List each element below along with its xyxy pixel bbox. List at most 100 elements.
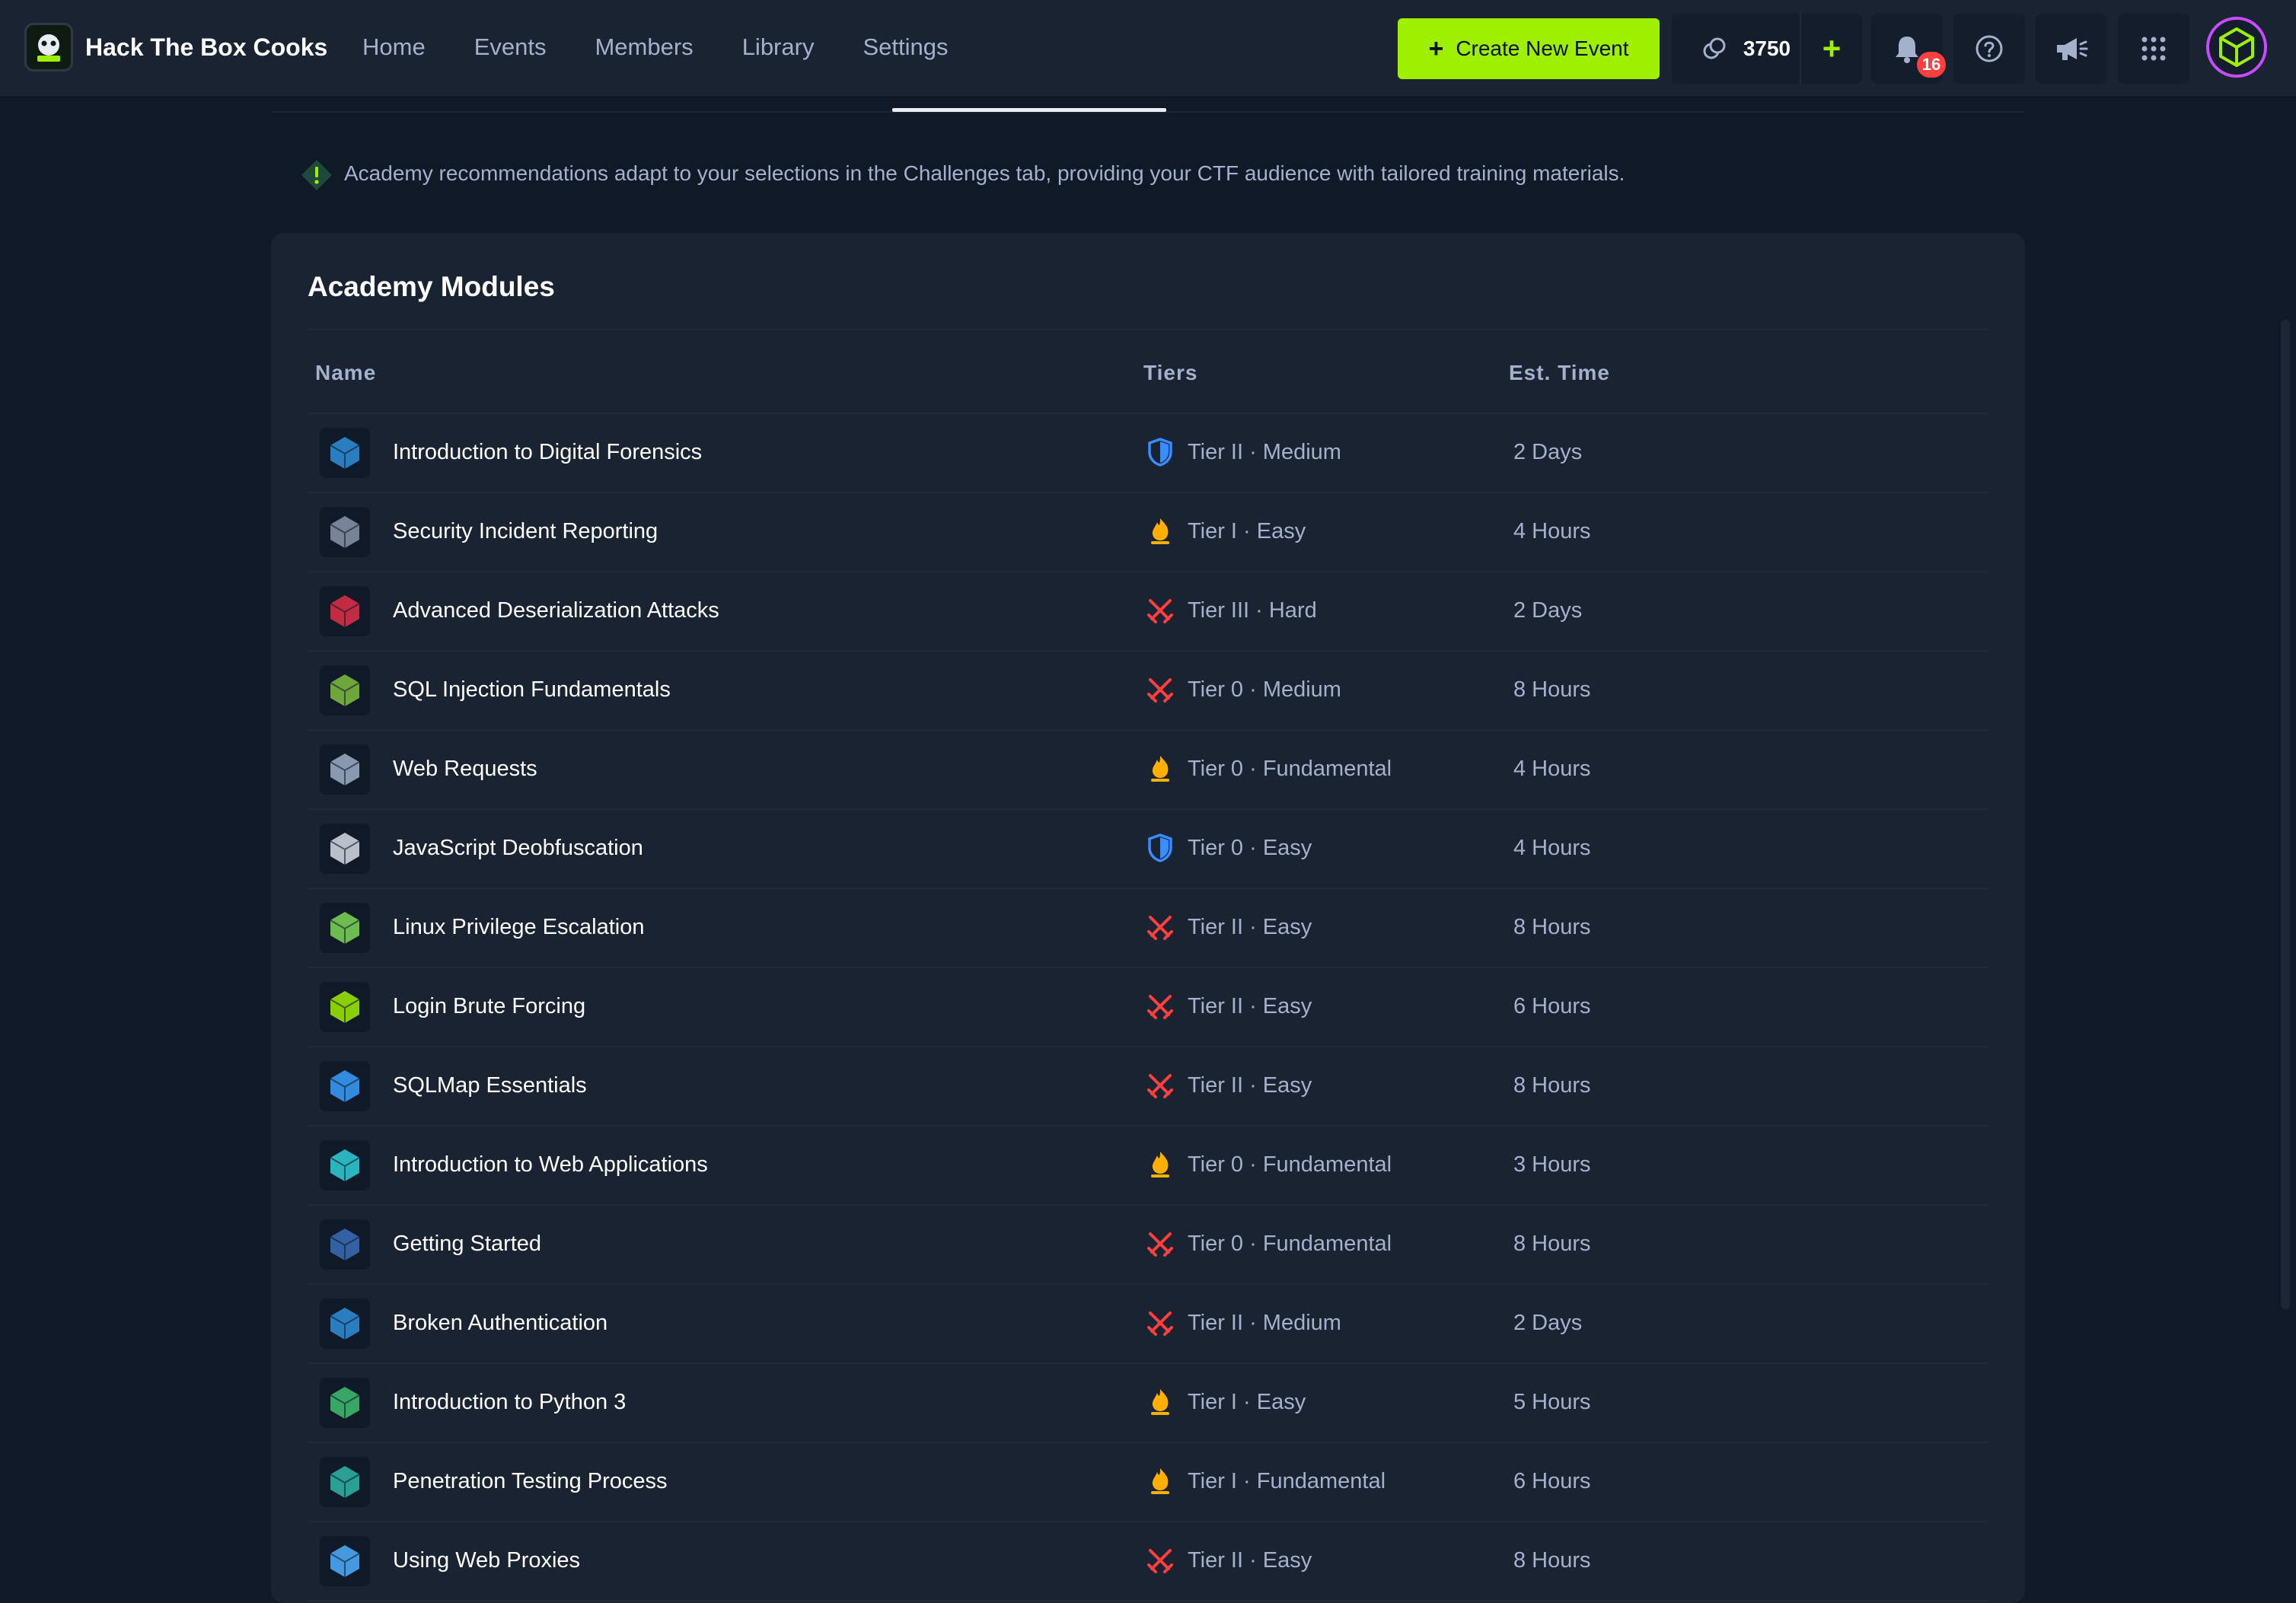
- cube-icon: [2219, 27, 2254, 67]
- module-name[interactable]: Security Incident Reporting: [393, 519, 658, 544]
- column-header-name[interactable]: Name: [315, 361, 376, 385]
- academy-info-text: Academy recommendations adapt to your se…: [344, 161, 1625, 185]
- module-est-time: 3 Hours: [1513, 1152, 1591, 1177]
- module-est-time: 8 Hours: [1513, 677, 1591, 702]
- megaphone-icon: [2057, 38, 2088, 60]
- module-row[interactable]: Login Brute Forcing Tier II · Easy 6 Hours: [308, 968, 1988, 1047]
- flame-icon: [1145, 1466, 1175, 1496]
- module-name[interactable]: Advanced Deserialization Attacks: [393, 598, 719, 623]
- nav-library[interactable]: Library: [742, 33, 815, 61]
- module-est-time: 2 Days: [1513, 598, 1583, 623]
- module-name[interactable]: Broken Authentication: [393, 1311, 607, 1336]
- module-tier: Tier II · Easy: [1188, 1548, 1312, 1573]
- crossed-swords-icon: [1145, 674, 1175, 705]
- flame-icon: [1145, 516, 1175, 547]
- column-header-tiers[interactable]: Tiers: [1143, 361, 1197, 385]
- module-row[interactable]: Web Requests Tier 0 · Fundamental 4 Hours: [308, 731, 1988, 810]
- module-tier: Tier II · Medium: [1188, 1311, 1341, 1335]
- module-name[interactable]: Introduction to Web Applications: [393, 1152, 708, 1178]
- help-circle-icon: [1976, 35, 2003, 62]
- module-tier: Tier I · Easy: [1188, 519, 1306, 543]
- module-tier: Tier I · Easy: [1188, 1390, 1306, 1414]
- column-header-time[interactable]: Est. Time: [1509, 361, 1610, 385]
- page-scrollbar[interactable]: [2281, 320, 2290, 1309]
- nav-events[interactable]: Events: [474, 33, 547, 61]
- module-row[interactable]: JavaScript Deobfuscation Tier 0 · Easy 4 H…: [308, 810, 1988, 889]
- team-logo-icon[interactable]: [24, 23, 73, 72]
- create-new-event-label: Create New Event: [1456, 37, 1629, 60]
- module-row[interactable]: SQLMap Essentials Tier II · Easy 8 Hours: [308, 1047, 1988, 1127]
- module-row[interactable]: Advanced Deserialization Attacks Tier III…: [308, 572, 1988, 652]
- module-row[interactable]: Using Web Proxies Tier II · Easy 8 Hours: [308, 1522, 1988, 1601]
- shield-icon: [1145, 833, 1175, 863]
- flame-icon: [1145, 1387, 1175, 1417]
- module-name[interactable]: Linux Privilege Escalation: [393, 915, 644, 940]
- module-row[interactable]: Introduction to Python 3 Tier I · Easy 5 H…: [308, 1364, 1988, 1443]
- module-row[interactable]: Security Incident Reporting Tier I · Easy…: [308, 493, 1988, 572]
- module-name[interactable]: Getting Started: [393, 1232, 541, 1257]
- module-name[interactable]: SQLMap Essentials: [393, 1073, 587, 1098]
- module-row[interactable]: Getting Started Tier 0 · Fundamental 8 Hou…: [308, 1206, 1988, 1285]
- add-credits-button[interactable]: +: [1800, 14, 1862, 84]
- module-row[interactable]: Linux Privilege Escalation Tier II · Easy…: [308, 889, 1988, 968]
- module-est-time: 8 Hours: [1513, 1232, 1591, 1256]
- module-name[interactable]: Introduction to Python 3: [393, 1390, 626, 1415]
- module-thumbnail-icon: [320, 982, 370, 1032]
- crossed-swords-icon: [1145, 912, 1175, 942]
- module-thumbnail-icon: [320, 1457, 370, 1507]
- module-tier: Tier II · Easy: [1188, 915, 1312, 939]
- apps-button[interactable]: [2118, 14, 2189, 84]
- team-name[interactable]: Hack The Box Cooks: [85, 33, 327, 62]
- module-tier: Tier I · Fundamental: [1188, 1469, 1386, 1493]
- module-row[interactable]: Broken Authentication Tier II · Medium 2 D…: [308, 1285, 1988, 1364]
- crossed-swords-icon: [1145, 1545, 1175, 1576]
- module-thumbnail-icon: [320, 665, 370, 715]
- help-button[interactable]: [1953, 14, 2025, 84]
- module-tier: Tier 0 · Fundamental: [1188, 1232, 1392, 1256]
- module-thumbnail-icon: [320, 1378, 370, 1428]
- module-thumbnail-icon: [320, 824, 370, 874]
- crossed-swords-icon: [1145, 1308, 1175, 1338]
- module-name[interactable]: SQL Injection Fundamentals: [393, 677, 671, 703]
- active-tab-indicator: [892, 108, 1166, 112]
- module-tier: Tier 0 · Easy: [1188, 836, 1312, 860]
- notification-count-badge: 16: [1917, 52, 1946, 78]
- module-name[interactable]: Introduction to Digital Forensics: [393, 440, 702, 465]
- module-thumbnail-icon: [320, 586, 370, 636]
- module-name[interactable]: JavaScript Deobfuscation: [393, 836, 643, 861]
- module-est-time: 4 Hours: [1513, 836, 1591, 860]
- module-row[interactable]: SQL Injection Fundamentals Tier 0 · Mediu…: [308, 652, 1988, 731]
- module-tier: Tier II · Easy: [1188, 994, 1312, 1018]
- crossed-swords-icon: [1145, 991, 1175, 1021]
- module-row[interactable]: Penetration Testing Process Tier I · Fund…: [308, 1443, 1988, 1522]
- module-name[interactable]: Web Requests: [393, 757, 537, 782]
- module-name[interactable]: Penetration Testing Process: [393, 1469, 668, 1494]
- module-est-time: 6 Hours: [1513, 1469, 1591, 1493]
- top-navigation: Hack The Box Cooks Home Events Members L…: [0, 0, 2296, 97]
- module-name[interactable]: Login Brute Forcing: [393, 994, 585, 1019]
- announcements-button[interactable]: [2036, 14, 2107, 84]
- nav-settings[interactable]: Settings: [863, 33, 948, 61]
- create-new-event-button[interactable]: + Create New Event: [1398, 18, 1660, 79]
- nav-home[interactable]: Home: [362, 33, 426, 61]
- nav-members[interactable]: Members: [595, 33, 693, 61]
- module-tier: Tier 0 · Medium: [1188, 677, 1341, 702]
- module-tier: Tier 0 · Fundamental: [1188, 1152, 1392, 1177]
- module-name[interactable]: Using Web Proxies: [393, 1548, 580, 1573]
- user-avatar[interactable]: [2206, 17, 2267, 78]
- module-est-time: 8 Hours: [1513, 1548, 1591, 1573]
- module-tier: Tier III · Hard: [1188, 598, 1317, 623]
- info-diamond-icon: [301, 160, 332, 190]
- module-est-time: 4 Hours: [1513, 757, 1591, 781]
- credits-coin-icon: [1703, 37, 1726, 59]
- module-row[interactable]: Introduction to Digital Forensics Tier II…: [308, 414, 1988, 493]
- module-thumbnail-icon: [320, 1061, 370, 1111]
- module-thumbnail-icon: [320, 1219, 370, 1270]
- module-row[interactable]: Introduction to Web Applications Tier 0 ·…: [308, 1127, 1988, 1206]
- credits-display[interactable]: 3750: [1672, 14, 1819, 84]
- module-tier: Tier 0 · Fundamental: [1188, 757, 1392, 781]
- crossed-swords-icon: [1145, 1070, 1175, 1101]
- panel-divider: [308, 329, 1988, 330]
- module-est-time: 6 Hours: [1513, 994, 1591, 1018]
- module-est-time: 2 Days: [1513, 1311, 1583, 1335]
